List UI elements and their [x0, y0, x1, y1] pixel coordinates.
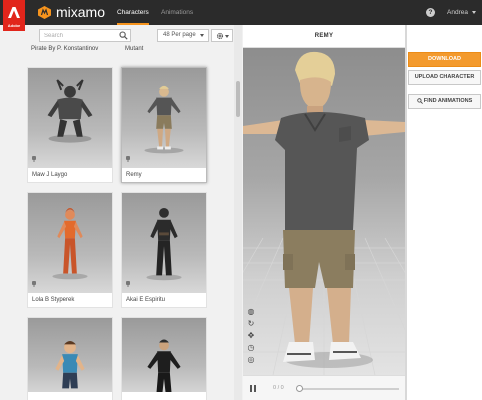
character-thumbnail	[122, 193, 206, 307]
remy-model	[243, 51, 405, 368]
pause-icon[interactable]	[250, 385, 256, 392]
library-scrollbar[interactable]	[234, 25, 242, 400]
character-thumbnail	[122, 318, 206, 400]
search-icon[interactable]	[119, 31, 128, 40]
download-button[interactable]: DOWNLOAD	[408, 52, 481, 67]
character-card[interactable]	[121, 317, 207, 400]
tab-animations[interactable]: Animations	[161, 0, 193, 25]
character-figure	[55, 341, 85, 389]
pin-icon	[126, 281, 130, 287]
rotate-icon[interactable]: ↻	[247, 320, 255, 328]
character-name	[122, 392, 206, 400]
per-page-value: 48 Per page	[163, 32, 196, 38]
viewport-toolbar: ◍ ↻ ✥ ◷ ◎	[247, 308, 257, 368]
upload-character-button[interactable]: UPLOAD CHARACTER	[408, 70, 481, 85]
library-scrollbar-thumb[interactable]	[236, 81, 240, 117]
character-figure	[52, 208, 88, 280]
adobe-logo-text: Adobe	[7, 23, 21, 28]
help-icon[interactable]: ?	[426, 8, 435, 17]
top-navigation-bar: Adobe mixamo Characters Animations ? And…	[0, 0, 482, 31]
settings-dropdown-button[interactable]	[211, 29, 233, 42]
find-animations-button[interactable]: FIND ANIMATIONS	[408, 94, 481, 109]
character-figure	[147, 339, 181, 397]
camera-reset-icon[interactable]: ◍	[247, 308, 255, 316]
character-thumbnail	[28, 193, 112, 307]
find-animations-label: FIND ANIMATIONS	[423, 98, 473, 104]
pin-icon	[32, 156, 36, 162]
character-figure	[144, 85, 184, 154]
adobe-logo[interactable]: Adobe	[3, 0, 25, 31]
chevron-down-icon	[225, 35, 229, 38]
chevron-down-icon	[200, 34, 204, 37]
character-card[interactable]	[27, 317, 113, 400]
move-icon[interactable]: ✥	[247, 332, 255, 340]
card-label-partial[interactable]: Pirate By P. Konstantinov	[31, 46, 98, 52]
animation-player-bar: 0 / 0	[243, 375, 405, 400]
light-icon[interactable]: ◷	[247, 344, 255, 352]
character-card[interactable]: Lola B Styperek	[27, 192, 113, 308]
character-thumbnail	[28, 68, 112, 182]
adobe-a-icon	[8, 7, 20, 18]
character-name: Lola B Styperek	[28, 293, 112, 307]
tab-characters[interactable]: Characters	[117, 0, 149, 25]
character-name	[28, 392, 112, 400]
character-thumbnail	[28, 318, 112, 400]
timeline-slider[interactable]	[295, 385, 399, 392]
frame-counter: 0 / 0	[273, 385, 284, 391]
character-figure	[47, 79, 93, 143]
character-3d-viewport[interactable]: ◍ ↻ ✥ ◷ ◎	[243, 48, 405, 375]
character-card[interactable]: Maw J Laygo	[27, 67, 113, 183]
per-page-select[interactable]: 48 Per page	[157, 29, 209, 42]
character-name: Remy	[122, 168, 206, 182]
character-name: Maw J Laygo	[28, 168, 112, 182]
pin-icon	[32, 281, 36, 287]
search-icon	[417, 97, 423, 104]
app-name[interactable]: mixamo	[56, 4, 105, 20]
capture-icon[interactable]: ◎	[247, 356, 255, 364]
character-card[interactable]: Akai E Espiritu	[121, 192, 207, 308]
character-thumbnail	[122, 68, 206, 182]
character-card-selected[interactable]: Remy	[121, 67, 207, 183]
mixamo-logo-icon	[38, 6, 51, 19]
gear-icon	[216, 32, 224, 40]
character-library-panel: 48 Per page Pirate By P. Konstantinov Mu…	[0, 25, 243, 400]
search-input[interactable]	[40, 30, 120, 41]
user-menu[interactable]: Andrea	[447, 8, 468, 17]
viewer-title: REMY	[243, 25, 405, 48]
card-label-partial[interactable]: Mutant	[125, 46, 143, 52]
character-name: Akai E Espiritu	[122, 293, 206, 307]
timeline-handle[interactable]	[295, 385, 303, 392]
chevron-down-icon[interactable]	[472, 11, 476, 14]
search-field[interactable]	[39, 29, 131, 42]
action-panel: DOWNLOAD UPLOAD CHARACTER FIND ANIMATION…	[407, 25, 482, 400]
pin-icon	[126, 156, 130, 162]
character-figure	[146, 208, 182, 281]
